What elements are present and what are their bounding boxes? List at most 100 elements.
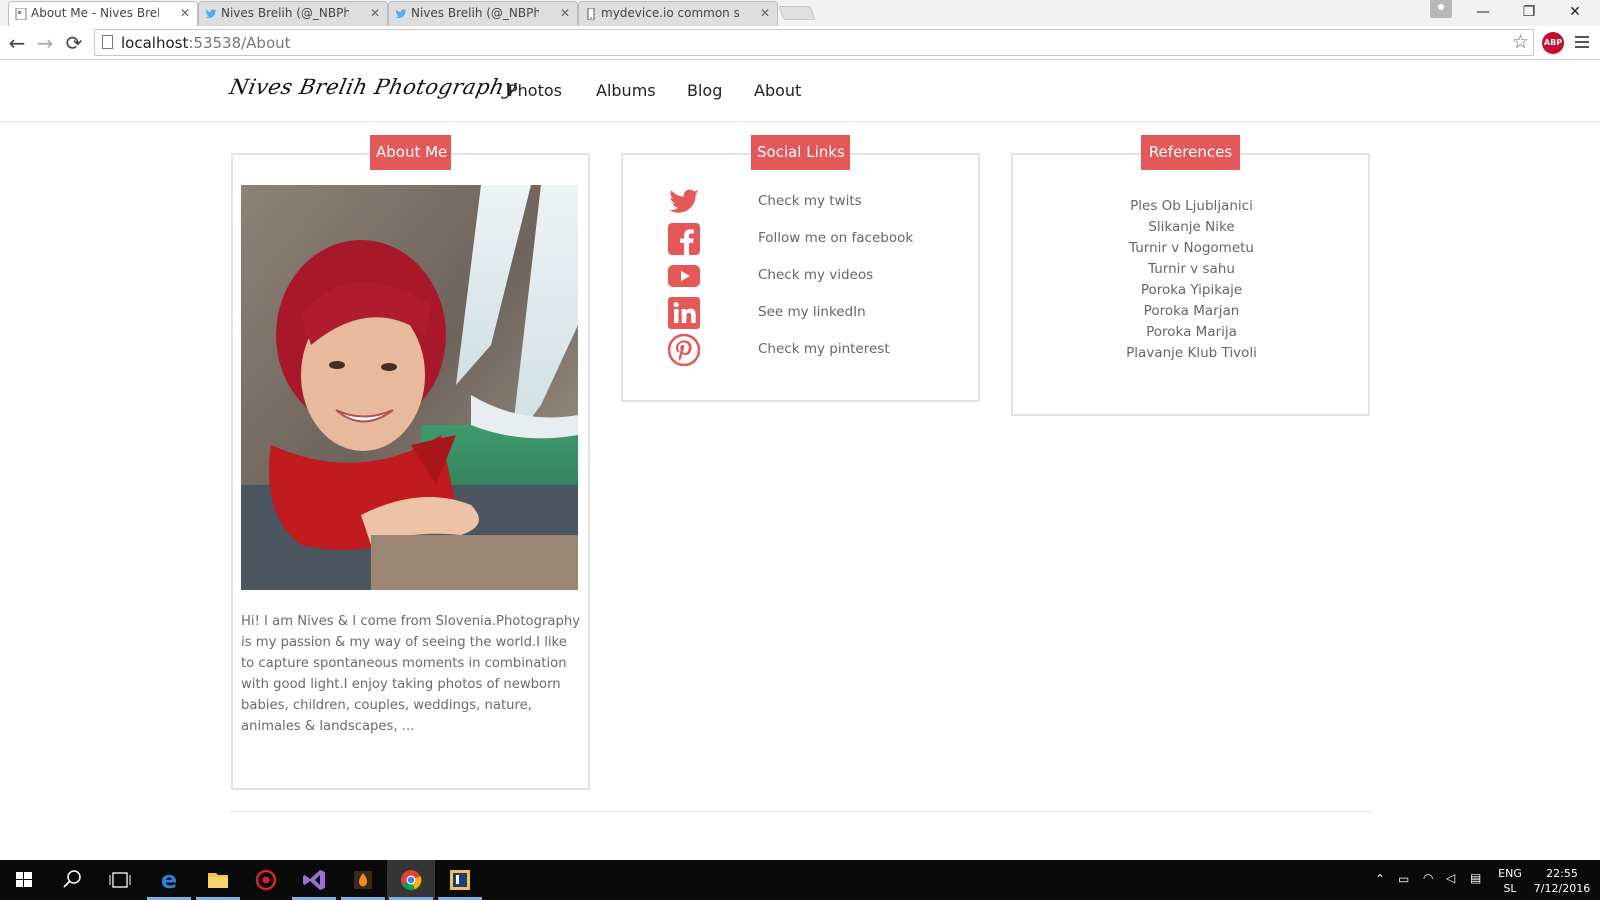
- youtube-icon: [668, 265, 700, 287]
- clock-time: 22:55: [1546, 867, 1578, 880]
- social-link-label[interactable]: Check my pinterest: [758, 341, 890, 357]
- footer-divider: [230, 811, 1372, 812]
- minimize-button[interactable]: —: [1460, 0, 1506, 24]
- social-link-pinterest[interactable]: Check my pinterest: [668, 334, 948, 366]
- tab-title: Nives Brelih (@_NBPhotog: [411, 6, 539, 20]
- windows-logo-icon: [16, 872, 32, 887]
- tray-chevron-icon[interactable]: ⌃: [1375, 872, 1385, 886]
- browser-menu-icon[interactable]: [1575, 36, 1589, 50]
- visual-studio-icon: [303, 870, 325, 890]
- chrome-icon: [401, 870, 422, 891]
- flame-icon: [354, 871, 372, 889]
- reference-link[interactable]: Turnir v sahu: [1012, 259, 1371, 280]
- address-bar[interactable]: localhost:53538/About ☆: [94, 29, 1534, 56]
- language-indicator[interactable]: ENG SL: [1495, 866, 1525, 896]
- tab-close-icon[interactable]: ✕: [370, 2, 380, 25]
- social-link-twitter[interactable]: Check my twits: [668, 186, 948, 218]
- twitter-icon: [669, 189, 699, 213]
- reference-link[interactable]: Plavanje Klub Tivoli: [1012, 343, 1371, 364]
- social-link-label[interactable]: Check my videos: [758, 267, 873, 283]
- browser-tab-strip: About Me - Nives Brelih P ✕ Nives Brelih…: [0, 0, 1600, 26]
- keyboard-layout: SL: [1503, 882, 1517, 895]
- task-view-button[interactable]: [96, 860, 144, 900]
- bookmark-star-icon[interactable]: ☆: [1512, 31, 1529, 53]
- reference-link[interactable]: Slikanje Nike: [1012, 217, 1371, 238]
- social-links-title: Social Links: [751, 135, 850, 170]
- nav-photos[interactable]: Photos: [508, 81, 562, 100]
- page-info-icon[interactable]: [102, 35, 113, 49]
- tab-close-icon[interactable]: ✕: [180, 2, 190, 25]
- new-tab-button[interactable]: [778, 6, 816, 20]
- pinterest-icon: [668, 334, 700, 366]
- taskbar-app-red[interactable]: [242, 860, 290, 900]
- close-window-button[interactable]: ✕: [1552, 0, 1598, 24]
- references-list: Ples Ob Ljubljanici Slikanje Nike Turnir…: [1012, 196, 1371, 364]
- tab-close-icon[interactable]: ✕: [760, 2, 770, 25]
- nav-albums[interactable]: Albums: [596, 81, 656, 100]
- adblock-extension-icon[interactable]: ABP: [1542, 32, 1564, 54]
- tab-title: mydevice.io common sma: [601, 6, 739, 20]
- task-view-icon: [109, 872, 131, 888]
- page-icon: [15, 8, 27, 20]
- clock[interactable]: 22:55 7/12/2016: [1530, 866, 1594, 896]
- restore-button[interactable]: ❐: [1506, 0, 1552, 24]
- taskbar-edge[interactable]: e: [145, 860, 193, 900]
- site-logo[interactable]: Nives Brelih Photography: [227, 75, 519, 99]
- taskbar-app-blue[interactable]: [436, 860, 484, 900]
- twitter-icon: [205, 9, 217, 19]
- svg-text:e: e: [161, 866, 177, 894]
- url-text[interactable]: localhost:53538/About: [121, 34, 291, 52]
- social-link-linkedin[interactable]: See my linkedIn: [668, 297, 948, 329]
- folder-icon: [208, 873, 228, 888]
- search-button[interactable]: [48, 860, 96, 900]
- references-title: References: [1141, 135, 1240, 170]
- tab-about-me[interactable]: About Me - Nives Brelih P ✕: [8, 1, 198, 26]
- start-button[interactable]: [0, 860, 48, 900]
- twitter-icon: [395, 9, 407, 19]
- wifi-icon[interactable]: ◠: [1423, 871, 1433, 885]
- social-link-youtube[interactable]: Check my videos: [668, 260, 948, 292]
- reference-link[interactable]: Poroka Marija: [1012, 322, 1371, 343]
- edge-icon: e: [161, 866, 177, 894]
- browser-toolbar: ← → ⟳ localhost:53538/About ☆: [0, 26, 1600, 60]
- tab-twitter-1[interactable]: Nives Brelih (@_NBPhotog ✕: [198, 1, 388, 26]
- reference-link[interactable]: Ples Ob Ljubljanici: [1012, 196, 1371, 217]
- taskbar-app-fire[interactable]: [339, 860, 387, 900]
- facebook-icon: [668, 223, 700, 255]
- windows-taskbar: e ⌃ ▭ ◠ ◁ ▤ ENG SL 22:55 7/12/2016: [0, 860, 1600, 900]
- about-me-title: About Me: [370, 135, 451, 170]
- social-link-label[interactable]: Check my twits: [758, 193, 862, 209]
- reference-link[interactable]: Turnir v Nogometu: [1012, 238, 1371, 259]
- profile-icon[interactable]: [1430, 0, 1452, 18]
- tab-mydevice[interactable]: mydevice.io common sma ✕: [578, 1, 778, 26]
- language-code: ENG: [1498, 867, 1522, 880]
- app-window-icon: [450, 870, 470, 890]
- linkedin-icon: [668, 297, 700, 329]
- taskbar-chrome[interactable]: [387, 860, 435, 900]
- notifications-icon[interactable]: ▤: [1470, 871, 1481, 885]
- social-link-facebook[interactable]: Follow me on facebook: [668, 223, 948, 255]
- tab-twitter-2[interactable]: Nives Brelih (@_NBPhotog ✕: [388, 1, 578, 26]
- phone-icon: [587, 8, 595, 20]
- taskbar-file-explorer[interactable]: [194, 860, 242, 900]
- volume-icon[interactable]: ◁: [1446, 871, 1455, 885]
- tab-title: Nives Brelih (@_NBPhotog: [221, 6, 349, 20]
- tab-title: About Me - Nives Brelih P: [31, 6, 159, 20]
- app-gear-icon: [255, 869, 277, 891]
- site-header: Nives Brelih Photography Photos Albums B…: [0, 61, 1600, 122]
- about-me-text: Hi! I am Nives & I come from Slovenia.Ph…: [241, 614, 581, 734]
- tab-close-icon[interactable]: ✕: [560, 2, 570, 25]
- battery-icon[interactable]: ▭: [1398, 872, 1409, 886]
- taskbar-visual-studio[interactable]: [290, 860, 338, 900]
- reference-link[interactable]: Poroka Yipikaje: [1012, 280, 1371, 301]
- profile-photo: [241, 185, 578, 590]
- social-link-label[interactable]: Follow me on facebook: [758, 230, 913, 246]
- back-arrow-icon[interactable]: ←: [4, 30, 30, 56]
- search-icon: [63, 870, 81, 888]
- reference-link[interactable]: Poroka Marjan: [1012, 301, 1371, 322]
- forward-arrow-icon[interactable]: →: [32, 30, 58, 56]
- nav-about[interactable]: About: [754, 81, 801, 100]
- nav-blog[interactable]: Blog: [687, 81, 722, 100]
- reload-icon[interactable]: ⟳: [61, 30, 87, 56]
- social-link-label[interactable]: See my linkedIn: [758, 304, 866, 320]
